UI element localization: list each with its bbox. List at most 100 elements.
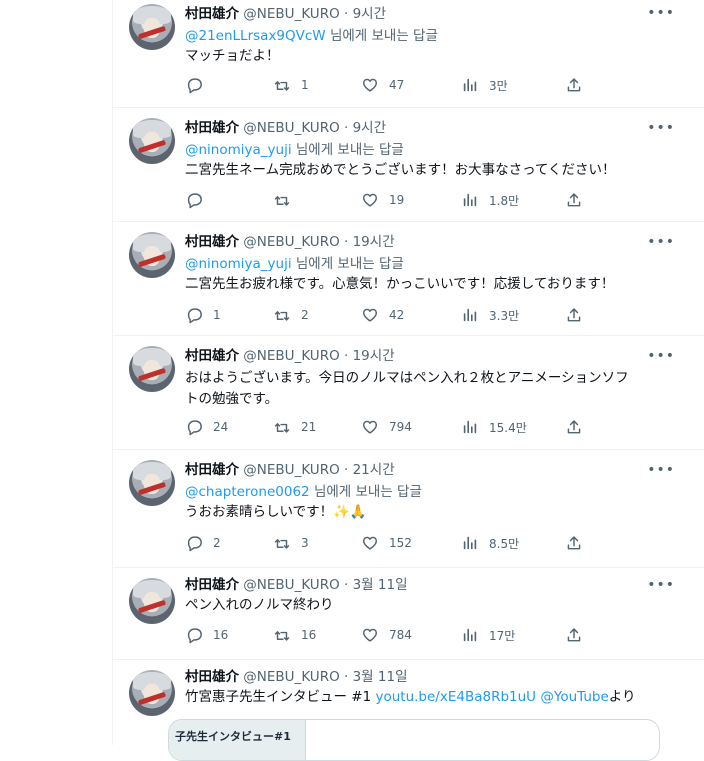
avatar[interactable] [129,118,175,164]
reply-mention-link[interactable]: @ninomiya_yuji [185,142,292,158]
retweet-button[interactable]: 3 [273,533,309,553]
youtube-mention-link[interactable]: @YouTube [540,689,608,705]
share-button[interactable] [565,625,583,645]
more-horizontal-icon[interactable]: ••• [647,3,675,23]
views-button[interactable]: 8.5만 [461,533,519,553]
like-button[interactable]: 47 [361,75,404,95]
retweet-arrows-icon [274,311,290,321]
reply-button[interactable]: 2 [185,533,221,553]
reply-button[interactable] [185,75,213,95]
timestamp[interactable]: 19시간 [353,234,395,250]
avatar[interactable] [129,670,175,716]
user-handle[interactable]: @NEBU_KURO [243,234,339,250]
reply-context: @ninomiya_yuji 님에게 보내는 답글 [185,254,404,274]
more-horizontal-icon[interactable]: ••• [647,346,675,366]
reply-mention-link[interactable]: @chapterone0062 [185,484,310,500]
youtube-link[interactable]: youtu.be/xE4Ba8Rb1uU [375,689,536,705]
views-button[interactable]: 3만 [461,75,508,95]
display-name[interactable]: 村田雄介 [185,6,239,22]
retweet-button[interactable]: 2 [273,305,309,325]
timestamp[interactable]: 21시간 [353,462,395,478]
more-horizontal-icon[interactable]: ••• [647,575,675,595]
like-count: 47 [389,78,405,92]
retweet-arrows-icon [274,423,290,433]
tweet[interactable]: 村田雄介 @NEBU_KURO · 9시간 ••• @ninomiya_yuji… [113,107,704,222]
tweet-text-line: おはようございます。今日のノルマはペン入れ２枚とアニメーションソフ [185,370,629,386]
avatar[interactable] [129,460,175,506]
share-button[interactable] [565,75,583,95]
avatar[interactable] [129,232,175,278]
display-name[interactable]: 村田雄介 [185,120,239,136]
display-name[interactable]: 村田雄介 [185,234,239,250]
user-handle[interactable]: @NEBU_KURO [243,462,339,478]
share-button[interactable] [565,305,583,325]
reply-context: @21enLLrsax9QVcW 님에게 보내는 답글 [185,26,438,46]
like-button[interactable]: 794 [361,417,412,437]
speech-bubble-icon [187,308,202,324]
like-button[interactable]: 42 [361,305,404,325]
views-button[interactable]: 17만 [461,625,515,645]
user-handle[interactable]: @NEBU_KURO [243,120,339,136]
share-button[interactable] [565,417,583,437]
upload-arrow-icon [567,78,581,92]
reply-mention-link[interactable]: @21enLLrsax9QVcW [185,28,326,44]
more-horizontal-icon[interactable]: ••• [647,460,675,480]
timestamp[interactable]: 19시간 [353,348,395,364]
like-button[interactable]: 784 [361,625,412,645]
avatar[interactable] [129,4,175,50]
timestamp[interactable]: 3월 11일 [353,669,408,685]
avatar[interactable] [129,578,175,624]
views-button[interactable]: 3.3만 [461,305,519,325]
like-count: 42 [389,308,405,322]
display-name[interactable]: 村田雄介 [185,577,239,593]
display-name[interactable]: 村田雄介 [185,669,239,685]
tweet-header: 村田雄介 @NEBU_KURO · 9시간 [185,4,386,24]
tweet-actions: 19 1.8만 [185,190,605,210]
user-handle[interactable]: @NEBU_KURO [243,577,339,593]
display-name[interactable]: 村田雄介 [185,462,239,478]
timestamp[interactable]: 9시간 [353,6,386,22]
like-button[interactable]: 152 [361,533,412,553]
share-button[interactable] [565,533,583,553]
reply-button[interactable]: 16 [185,625,228,645]
user-handle[interactable]: @NEBU_KURO [243,669,339,685]
retweet-button[interactable]: 21 [273,417,316,437]
speech-bubble-icon [187,193,202,209]
retweet-button[interactable] [273,190,301,210]
tweet-text: マッチョだよ！ [185,48,280,64]
tweet-text: 二宮先生ネーム完成おめでとうございます！お大事なさってください！ [185,162,616,178]
upload-arrow-icon [567,536,581,550]
tweet[interactable]: 村田雄介 @NEBU_KURO · 21시간 ••• @chapterone00… [113,449,704,568]
reply-mention-link[interactable]: @ninomiya_yuji [185,256,292,272]
views-button[interactable]: 15.4만 [461,417,527,437]
heart-icon [362,628,378,642]
reply-button[interactable] [185,190,213,210]
display-name[interactable]: 村田雄介 [185,348,239,364]
reply-button[interactable]: 1 [185,305,221,325]
tweet[interactable]: 村田雄介 @NEBU_KURO · 3월 11일 ••• ペン入れのノルマ終わり… [113,567,704,660]
timestamp[interactable]: 9시간 [353,120,386,136]
heart-icon [362,308,378,322]
heart-icon [362,193,378,207]
share-button[interactable] [565,190,583,210]
retweet-button[interactable]: 16 [273,625,316,645]
like-button[interactable]: 19 [361,190,404,210]
tweet[interactable]: 村田雄介 @NEBU_KURO · 19시간 ••• おはようございます。今日の… [113,335,704,450]
user-handle[interactable]: @NEBU_KURO [243,348,339,364]
link-preview-card[interactable]: 子先生インタビュー#1 [168,719,660,761]
avatar[interactable] [129,346,175,392]
retweet-arrows-icon [274,196,290,206]
user-handle[interactable]: @NEBU_KURO [243,6,339,22]
tweet[interactable]: 村田雄介 @NEBU_KURO · 9시간 ••• @21enLLrsax9QV… [113,0,704,108]
retweet-button[interactable]: 1 [273,75,309,95]
more-horizontal-icon[interactable]: ••• [647,118,675,138]
tweet-text-suffix: より [608,689,636,705]
timestamp[interactable]: 3월 11일 [353,577,408,593]
views-button[interactable]: 1.8만 [461,190,519,210]
more-horizontal-icon[interactable]: ••• [647,232,675,252]
tweet-actions: 24 21 794 15.4만 [185,417,605,437]
tweet-header: 村田雄介 @NEBU_KURO · 19시간 [185,232,395,252]
reply-button[interactable]: 24 [185,417,228,437]
tweet[interactable]: 村田雄介 @NEBU_KURO · 19시간 ••• @ninomiya_yuj… [113,221,704,336]
bar-chart-icon [463,193,477,207]
